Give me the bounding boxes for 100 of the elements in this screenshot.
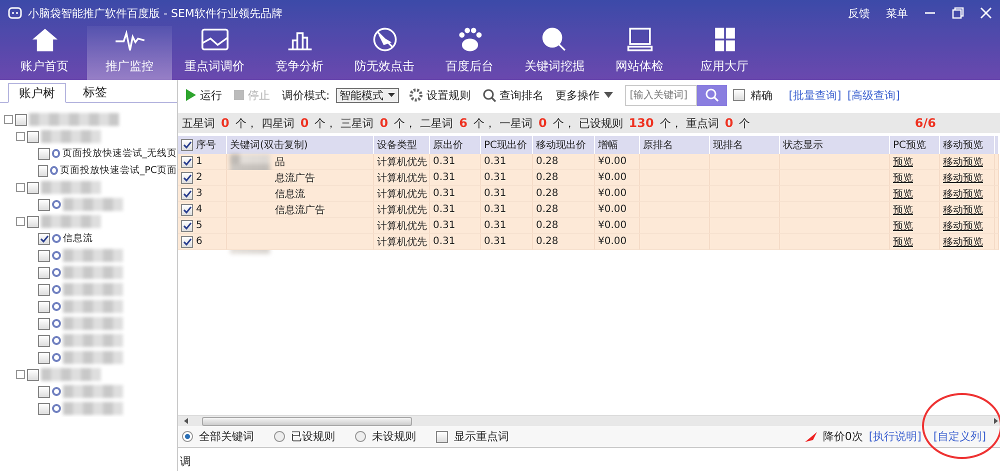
collapse-toggle[interactable] bbox=[16, 217, 25, 226]
preview-link[interactable]: 预览 bbox=[890, 154, 940, 170]
close-icon[interactable] bbox=[980, 7, 992, 19]
search-button[interactable] bbox=[696, 84, 727, 106]
more-actions-button[interactable]: 更多操作 bbox=[556, 88, 613, 102]
preview-link[interactable]: 移动预览 bbox=[940, 186, 995, 202]
table-cell: 2 bbox=[178, 170, 227, 186]
restore-icon[interactable] bbox=[952, 7, 964, 19]
tree-checkbox[interactable] bbox=[38, 250, 50, 262]
tree-checkbox[interactable] bbox=[15, 114, 27, 126]
filter-radio[interactable] bbox=[355, 431, 366, 442]
column-header[interactable]: 序号 bbox=[178, 136, 227, 154]
row-checkbox[interactable] bbox=[181, 172, 193, 184]
nav-tab[interactable]: 竞争分析 bbox=[257, 26, 342, 80]
column-header[interactable]: 原出价 bbox=[430, 136, 481, 154]
nav-tab[interactable]: 应用大厅 bbox=[682, 26, 767, 80]
tree-checkbox[interactable] bbox=[27, 130, 39, 142]
tree-checkbox[interactable] bbox=[38, 334, 50, 346]
check-mark-icon bbox=[40, 234, 48, 242]
tree-checkbox[interactable] bbox=[38, 198, 50, 210]
circle-icon bbox=[52, 302, 61, 311]
tree-checkbox[interactable] bbox=[38, 284, 50, 296]
column-header[interactable]: PC现出价 bbox=[481, 136, 533, 154]
tree-checkbox[interactable] bbox=[27, 216, 39, 228]
preview-link[interactable]: 预览 bbox=[890, 170, 940, 186]
column-header[interactable]: PC预览 bbox=[890, 136, 940, 154]
rocket-icon bbox=[804, 432, 817, 442]
row-checkbox[interactable] bbox=[181, 236, 193, 248]
filter-radio[interactable] bbox=[182, 431, 193, 442]
tree-checkbox[interactable] bbox=[38, 232, 50, 244]
tree-item[interactable]: 页面投放快速尝试_PC页面 bbox=[60, 164, 177, 177]
tree-checkbox[interactable] bbox=[27, 368, 39, 380]
column-header[interactable]: 关键词(双击复制) bbox=[227, 136, 374, 154]
tree-checkbox[interactable] bbox=[27, 182, 39, 194]
preview-link[interactable]: 移动预览 bbox=[940, 170, 995, 186]
tree-checkbox[interactable] bbox=[38, 300, 50, 312]
tree-checkbox[interactable] bbox=[38, 352, 50, 364]
footer-link[interactable]: [自定义列] bbox=[933, 429, 986, 444]
filter-checkbox[interactable] bbox=[436, 430, 448, 442]
tree-checkbox[interactable] bbox=[38, 318, 50, 330]
column-header[interactable]: 现排名 bbox=[710, 136, 780, 154]
row-checkbox[interactable] bbox=[181, 220, 193, 232]
stat-label: 重点词 bbox=[686, 116, 719, 130]
column-header[interactable]: 设备类型 bbox=[374, 136, 430, 154]
table-cell: 信息流 bbox=[227, 186, 374, 202]
tree-checkbox[interactable] bbox=[38, 148, 50, 160]
nav-tab[interactable]: 推广监控 bbox=[87, 26, 172, 80]
query-rank-button[interactable]: 查询排名 bbox=[482, 88, 544, 102]
tree-checkbox[interactable] bbox=[38, 266, 50, 278]
column-header[interactable]: 移动预览 bbox=[940, 136, 995, 154]
footer-link[interactable]: [执行说明] bbox=[868, 429, 922, 444]
status-text: 降价0次 bbox=[822, 429, 863, 444]
preview-link[interactable]: 移动预览 bbox=[940, 154, 995, 170]
nav-tab[interactable]: 百度后台 bbox=[427, 26, 512, 80]
nav-tab[interactable]: 账户首页 bbox=[2, 26, 87, 80]
row-checkbox[interactable] bbox=[181, 204, 193, 216]
table-cell: 息流广告 bbox=[227, 170, 374, 186]
preview-link[interactable]: 移动预览 bbox=[940, 202, 995, 218]
tree-checkbox[interactable] bbox=[38, 164, 48, 176]
header-link[interactable]: 反馈 bbox=[848, 6, 870, 20]
preview-link[interactable]: 预览 bbox=[890, 234, 940, 250]
collapse-toggle[interactable] bbox=[16, 183, 25, 192]
scrollbar-thumb[interactable] bbox=[202, 416, 412, 426]
stat-count: 0 bbox=[300, 116, 309, 130]
column-header[interactable]: 状态显示 bbox=[780, 136, 890, 154]
preview-link[interactable]: 预览 bbox=[890, 186, 940, 202]
run-button[interactable]: 运行 bbox=[186, 88, 222, 102]
column-header[interactable]: 增幅 bbox=[595, 136, 640, 154]
nav-tab[interactable]: 防无效点击 bbox=[342, 26, 427, 80]
exact-checkbox[interactable] bbox=[732, 89, 745, 101]
filter-radio[interactable] bbox=[274, 431, 285, 442]
sidebar-tab[interactable]: 标签 bbox=[66, 83, 124, 102]
row-checkbox[interactable] bbox=[181, 188, 193, 200]
sidebar-tab[interactable]: 账户树 bbox=[8, 83, 66, 103]
stat-label: 三星词 bbox=[340, 116, 374, 130]
tree-item[interactable]: 页面投放快速尝试_无线页 bbox=[62, 147, 177, 160]
tree-checkbox[interactable] bbox=[38, 386, 50, 398]
window-title: 小脑袋智能推广软件百度版 - SEM软件行业领先品牌 bbox=[28, 6, 282, 20]
row-checkbox[interactable] bbox=[181, 156, 193, 168]
nav-tab[interactable]: 网站体检 bbox=[597, 26, 682, 80]
preview-link[interactable]: 预览 bbox=[890, 218, 940, 234]
header-link[interactable]: 菜单 bbox=[886, 6, 908, 20]
search-field[interactable]: [输入关键词] bbox=[624, 84, 697, 106]
preview-link[interactable]: 预览 bbox=[890, 202, 940, 218]
tree-item[interactable]: 信息流 bbox=[63, 232, 93, 245]
preview-link[interactable]: 移动预览 bbox=[940, 234, 995, 250]
nav-tab[interactable]: 重点词调价 bbox=[172, 26, 257, 80]
tree-checkbox[interactable] bbox=[38, 402, 50, 414]
nav-tab[interactable]: 关键词挖掘 bbox=[512, 26, 597, 80]
query-link[interactable]: [批量查询] bbox=[788, 88, 842, 102]
column-header[interactable]: 原排名 bbox=[640, 136, 710, 154]
query-link[interactable]: [高级查询] bbox=[847, 88, 900, 102]
mode-dropdown[interactable]: 智能模式 bbox=[336, 88, 399, 102]
select-all-checkbox[interactable] bbox=[181, 139, 193, 151]
collapse-toggle[interactable] bbox=[16, 370, 25, 379]
column-header[interactable]: 移动现出价 bbox=[533, 136, 595, 154]
blurred-patch bbox=[41, 368, 101, 381]
play-icon bbox=[186, 89, 196, 101]
preview-link[interactable]: 移动预览 bbox=[940, 218, 995, 234]
rules-button[interactable]: 设置规则 bbox=[408, 88, 471, 102]
